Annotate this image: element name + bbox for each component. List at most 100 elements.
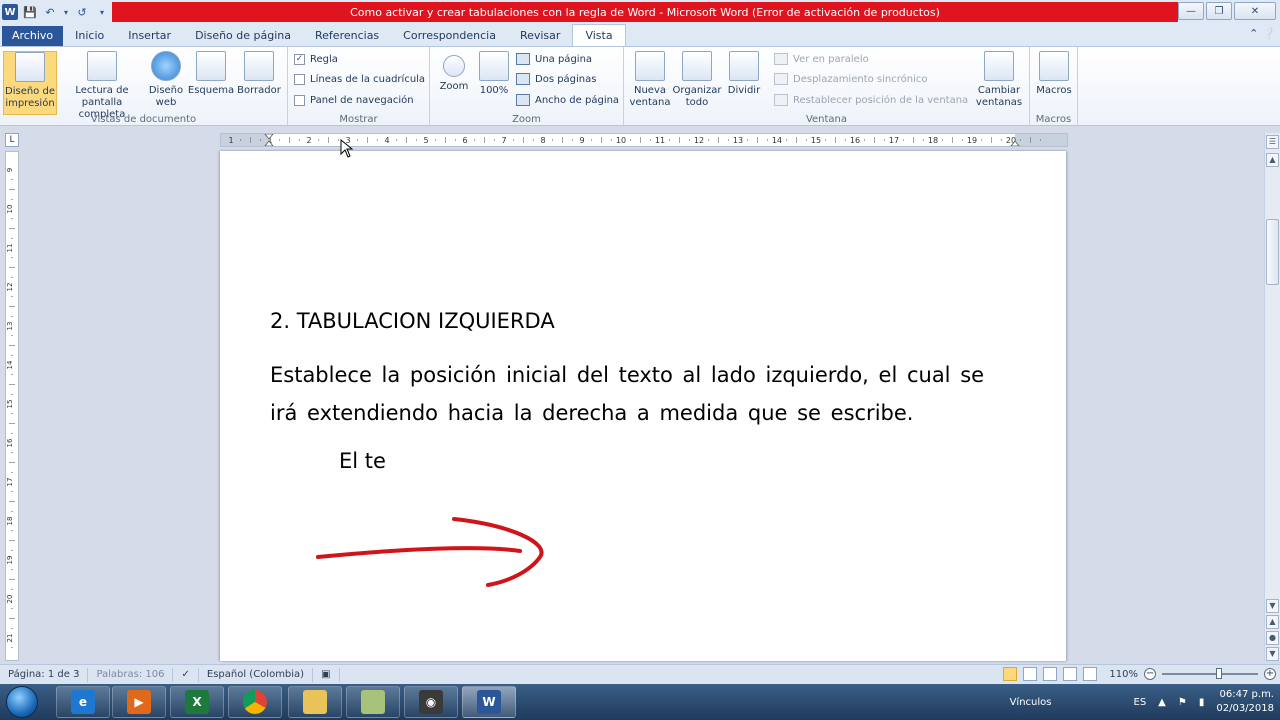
macros-label: Macros — [1036, 85, 1072, 96]
tab-referencias[interactable]: Referencias — [303, 26, 391, 46]
lectura-pantalla-button[interactable]: Lectura de pantalla completa — [58, 51, 146, 121]
tab-archivo[interactable]: Archivo — [2, 26, 64, 46]
esquema-button[interactable]: Esquema — [184, 51, 238, 97]
ruler-label: 15 — [811, 136, 821, 145]
vertical-scrollbar[interactable]: ☰ ▲ ▼ ▲ ● ▼ — [1264, 133, 1280, 661]
help-icon[interactable]: ❔ — [1262, 27, 1276, 40]
borrador-label: Borrador — [237, 85, 281, 96]
language-indicator[interactable]: ES — [1134, 697, 1147, 708]
language[interactable]: Español (Colombia) — [199, 667, 314, 682]
tab-diseno-pagina[interactable]: Diseño de página — [183, 26, 303, 46]
tab-revisar[interactable]: Revisar — [508, 26, 572, 46]
save-icon[interactable]: 💾 — [22, 4, 38, 20]
collapse-ribbon-icon[interactable]: ⌃ — [1249, 27, 1258, 40]
next-page-icon[interactable]: ▼ — [1266, 647, 1279, 661]
reading-view-icon[interactable] — [1023, 667, 1038, 681]
dos-paginas-button[interactable]: Dos páginas — [516, 70, 596, 88]
nueva-ventana-label: Nueva ventana — [629, 85, 671, 108]
una-pagina-button[interactable]: Una página — [516, 50, 592, 68]
draft-view-icon[interactable] — [1083, 667, 1098, 681]
vertical-ruler[interactable]: 9 10 11 12 13 14 15 16 17 18 19 20 21 — [5, 151, 19, 661]
tab-insertar[interactable]: Insertar — [116, 26, 183, 46]
organizar-todo-button[interactable]: Organizar todo — [672, 51, 722, 109]
web-view-icon[interactable] — [1043, 667, 1058, 681]
dropdown-icon[interactable]: ▾ — [62, 4, 70, 20]
panel-checkbox[interactable] — [294, 94, 305, 106]
previous-page-icon[interactable]: ▲ — [1266, 615, 1279, 629]
tab-inicio[interactable]: Inicio — [63, 26, 116, 46]
ancho-pagina-button[interactable]: Ancho de página — [516, 91, 619, 109]
word-icon[interactable]: W — [462, 686, 516, 718]
tray-expand-icon[interactable]: ▲ — [1158, 697, 1166, 708]
diseno-impresion-button[interactable]: Diseño de impresión — [3, 51, 57, 115]
minimize-button[interactable]: — — [1178, 2, 1204, 20]
vertical-ruler-label: 17 — [6, 478, 14, 487]
scroll-down-icon[interactable]: ▼ — [1266, 599, 1279, 613]
scroll-thumb[interactable] — [1266, 219, 1279, 285]
page-count[interactable]: Página: 1 de 3 — [0, 667, 89, 682]
zoom-slider[interactable] — [1162, 668, 1258, 679]
document-page[interactable]: 2. TABULACION IZQUIERDA Establece la pos… — [220, 151, 1066, 661]
one-page-icon — [516, 53, 530, 65]
group-title-mostrar: Mostrar — [339, 114, 378, 125]
chrome-icon[interactable] — [228, 686, 282, 718]
excel-icon[interactable]: X — [170, 686, 224, 718]
diseno-impresion-label: Diseño de impresión — [5, 86, 55, 109]
zoom-level[interactable]: 110% — [1109, 669, 1138, 680]
zoom-100-button[interactable]: 100% — [474, 51, 514, 97]
side-by-side-icon — [774, 53, 788, 65]
spellcheck-icon[interactable]: ✓ — [173, 667, 199, 682]
ribbon-tabs: Archivo Inicio Insertar Diseño de página… — [0, 24, 1280, 46]
vertical-ruler-label: 11 — [6, 244, 14, 253]
zoom-button[interactable]: Zoom — [434, 51, 474, 93]
draft-icon — [244, 51, 274, 81]
regla-label: Regla — [310, 53, 338, 65]
nueva-ventana-button[interactable]: Nueva ventana — [626, 51, 674, 109]
tab-correspondencia[interactable]: Correspondencia — [391, 26, 508, 46]
action-center-icon[interactable]: ⚑ — [1178, 697, 1187, 708]
undo-icon[interactable]: ↶ — [42, 4, 58, 20]
word-count[interactable]: Palabras: 106 — [88, 667, 174, 682]
panel-checkbox-row[interactable]: Panel de navegación — [294, 91, 414, 109]
borrador-button[interactable]: Borrador — [232, 51, 286, 97]
zoom-in-icon[interactable]: + — [1264, 668, 1276, 680]
cambiar-ventanas-button[interactable]: Cambiar ventanas — [972, 51, 1026, 109]
diseno-web-button[interactable]: Diseño web — [144, 51, 188, 109]
battery-icon[interactable]: ▮ — [1199, 697, 1205, 708]
restablecer-button: Restablecer posición de la ventana — [774, 91, 968, 109]
camera-icon[interactable]: ◉ — [404, 686, 458, 718]
restore-button[interactable]: ❐ — [1206, 2, 1232, 20]
ruler-label: 14 — [772, 136, 782, 145]
zoom-slider-knob[interactable] — [1216, 668, 1222, 679]
view-ruler-icon[interactable]: ☰ — [1266, 135, 1279, 149]
media-player-icon[interactable]: ▶ — [112, 686, 166, 718]
macros-button[interactable]: Macros — [1030, 51, 1078, 97]
vertical-ruler-label: 15 — [6, 400, 14, 409]
file-explorer-icon[interactable] — [288, 686, 342, 718]
scroll-up-icon[interactable]: ▲ — [1266, 153, 1279, 167]
customize-qat-icon[interactable]: ▾ — [94, 4, 110, 20]
regla-checkbox[interactable]: ✓ — [294, 53, 305, 65]
word-logo-icon[interactable]: W — [2, 4, 18, 20]
browse-object-icon[interactable]: ● — [1266, 631, 1279, 645]
print-layout-view-icon[interactable] — [1003, 667, 1018, 681]
dividir-button[interactable]: Dividir — [722, 51, 766, 97]
zoom-out-icon[interactable]: − — [1144, 668, 1156, 680]
outline-view-icon[interactable] — [1063, 667, 1078, 681]
una-pagina-label: Una página — [535, 53, 593, 65]
macro-record-icon[interactable]: ▣ — [313, 667, 340, 682]
lineas-checkbox-row[interactable]: Líneas de la cuadrícula — [294, 70, 425, 88]
internet-explorer-icon[interactable]: e — [56, 686, 110, 718]
ruler-label: 4 — [384, 136, 389, 145]
vinculos-toolbar[interactable]: Vínculos — [1010, 697, 1052, 708]
lineas-checkbox[interactable] — [294, 73, 305, 85]
tab-vista[interactable]: Vista — [572, 24, 626, 46]
clock[interactable]: 06:47 p.m. 02/03/2018 — [1216, 688, 1274, 716]
redo-icon[interactable]: ↺ — [74, 4, 90, 20]
tab-selector-button[interactable]: L — [5, 133, 19, 147]
regla-checkbox-row[interactable]: ✓ Regla — [294, 50, 338, 68]
start-button[interactable] — [6, 686, 38, 718]
close-button[interactable]: ✕ — [1234, 2, 1276, 20]
ver-paralelo-button: Ver en paralelo — [774, 50, 869, 68]
notes-icon[interactable] — [346, 686, 400, 718]
